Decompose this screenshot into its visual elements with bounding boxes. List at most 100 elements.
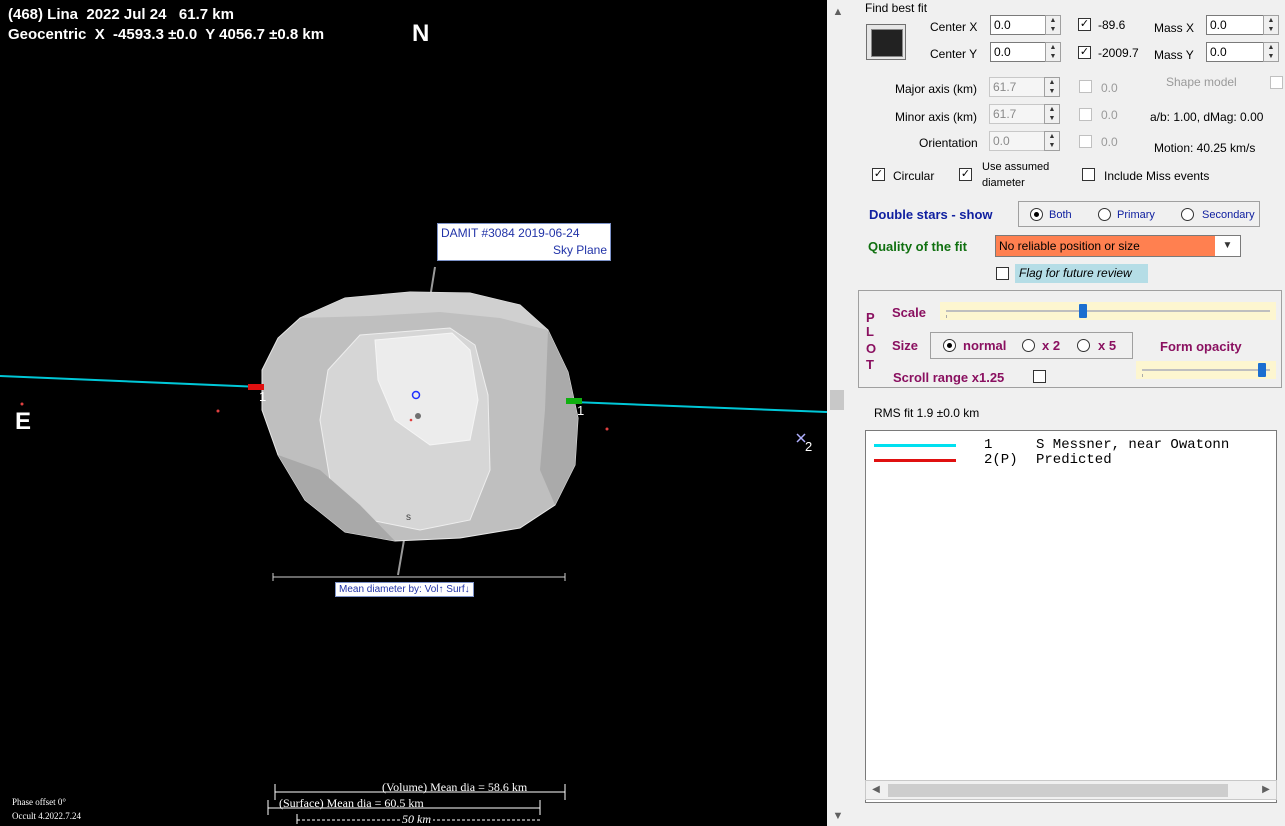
scale-bar-label: 50 km — [400, 812, 433, 826]
chord-1-left-label: 1 — [259, 389, 267, 404]
plot-letter-p: P — [866, 310, 875, 325]
observer-2-label: 2 — [805, 439, 813, 454]
minor-axis-fit-value: 0.0 — [1101, 108, 1118, 122]
panel-vertical-scrollbar[interactable]: ▲ ▼ — [827, 0, 849, 826]
scroll-range-checkbox[interactable] — [1033, 370, 1046, 383]
chord-1-right — [572, 401, 827, 413]
mass-y-spinner[interactable]: ▲ ▼ — [1263, 42, 1279, 62]
center-x-label: Center X — [930, 20, 978, 34]
circular-label: Circular — [893, 169, 935, 183]
chord-1-right-label: 1 — [577, 403, 585, 418]
list-item[interactable]: 2(P) Predicted — [874, 452, 1112, 468]
major-axis-fit-value: 0.0 — [1101, 81, 1118, 95]
scroll-thumb[interactable] — [830, 390, 844, 410]
form-opacity-slider[interactable] — [1136, 361, 1276, 379]
scroll-down-icon[interactable]: ▼ — [827, 806, 849, 826]
size-normal-radio[interactable] — [943, 339, 956, 352]
plot-graphics — [0, 266, 827, 824]
find-best-fit-label: Find best fit — [865, 1, 928, 15]
form-opacity-slider-thumb[interactable] — [1258, 363, 1267, 377]
size-x5-label: x 5 — [1098, 338, 1117, 353]
ds-both-radio[interactable] — [1030, 208, 1043, 221]
size-x2-radio[interactable] — [1022, 339, 1035, 352]
fit-x-value: -89.6 — [1098, 18, 1126, 32]
include-miss-label: Include Miss events — [1104, 169, 1210, 183]
volume-mean-diameter: (Volume) Mean dia = 58.6 km — [382, 780, 528, 794]
major-axis-spinner[interactable]: ▲ ▼ — [1044, 77, 1060, 97]
ds-primary-radio[interactable] — [1098, 208, 1111, 221]
orientation-fit-value: 0.0 — [1101, 135, 1118, 149]
mass-y-input[interactable]: 0.0 — [1206, 42, 1264, 62]
list-item-text: Predicted — [1036, 452, 1112, 468]
mean-diameter-toggle[interactable]: Mean diameter by: Vol↑ Surf↓ — [335, 582, 474, 597]
plot-letter-o: O — [866, 341, 877, 356]
flag-review-checkbox[interactable] — [996, 267, 1009, 280]
list-scroll-thumb[interactable] — [888, 784, 1228, 797]
east-label: E — [15, 408, 32, 435]
fit-y-checkbox[interactable]: ✓ — [1078, 46, 1091, 59]
chevron-down-icon[interactable]: ▼ — [1215, 236, 1240, 256]
plot-title-line-2: Geocentric X -4593.3 ±0.0 Y 4056.7 ±0.8 … — [8, 26, 325, 43]
occult-version: Occult 4.2022.7.24 — [12, 811, 81, 821]
motion-readout: Motion: 40.25 km/s — [1154, 141, 1256, 155]
ds-secondary-radio[interactable] — [1181, 208, 1194, 221]
minor-axis-spinner[interactable]: ▲ ▼ — [1044, 104, 1060, 124]
occultation-plot[interactable]: (468) Lina 2022 Jul 24 61.7 km Geocentri… — [0, 0, 827, 826]
ab-dmag-readout: a/b: 1.00, dMag: 0.00 — [1150, 110, 1264, 124]
fit-orientation-checkbox[interactable] — [1079, 135, 1092, 148]
damit-model-id: DAMIT #3084 2019-06-24 — [441, 226, 580, 240]
mass-center-marker — [415, 413, 421, 419]
orientation-input[interactable]: 0.0 — [989, 131, 1045, 151]
center-y-label: Center Y — [930, 47, 978, 61]
ds-secondary-label: Secondary — [1202, 209, 1255, 221]
scroll-right-icon[interactable]: ▶ — [1257, 781, 1275, 799]
scroll-left-icon[interactable]: ◀ — [867, 781, 885, 799]
center-x-spinner[interactable]: ▲ ▼ — [1045, 15, 1061, 35]
list-horizontal-scrollbar[interactable]: ◀ ▶ — [865, 780, 1277, 800]
fit-minor-axis-checkbox[interactable] — [1079, 108, 1092, 121]
scale-slider-thumb[interactable] — [1078, 304, 1087, 318]
shape-model-checkbox[interactable] — [1270, 76, 1283, 89]
minor-axis-input[interactable]: 61.7 — [989, 104, 1045, 124]
plot-letter-t: T — [866, 357, 874, 372]
plot-title-line-1: (468) Lina 2022 Jul 24 61.7 km — [8, 6, 234, 23]
orientation-spinner[interactable]: ▲ ▼ — [1044, 131, 1060, 151]
ds-both-label: Both — [1049, 209, 1072, 221]
mass-x-spinner[interactable]: ▲ ▼ — [1263, 15, 1279, 35]
fit-major-axis-checkbox[interactable] — [1079, 80, 1092, 93]
size-normal-label: normal — [963, 338, 1007, 353]
scale-slider[interactable] — [940, 302, 1276, 320]
quality-select[interactable]: No reliable position or size — [995, 235, 1241, 257]
observer-2-marker — [796, 433, 806, 443]
use-assumed-label-1: Use assumed — [982, 161, 1050, 173]
list-item[interactable]: 1 S Messner, near Owatonn — [874, 437, 1229, 453]
phase-offset: Phase offset 0° — [12, 797, 66, 807]
list-item-id: 1 — [984, 437, 993, 453]
include-miss-checkbox[interactable] — [1082, 168, 1095, 181]
mass-y-label: Mass Y — [1154, 48, 1194, 62]
center-y-spinner[interactable]: ▲ ▼ — [1045, 42, 1061, 62]
rms-fit-readout: RMS fit 1.9 ±0.0 km — [874, 406, 980, 420]
find-best-fit-button[interactable] — [866, 24, 906, 60]
south-axis-line — [397, 539, 405, 576]
minor-axis-label: Minor axis (km) — [895, 110, 978, 124]
scroll-range-label: Scroll range x1.25 — [893, 370, 1005, 385]
circular-checkbox[interactable]: ✓ — [872, 168, 885, 181]
shape-model-label: Shape model — [1166, 75, 1237, 89]
mass-x-input[interactable]: 0.0 — [1206, 15, 1264, 35]
use-assumed-diameter-checkbox[interactable]: ✓ — [959, 168, 972, 181]
center-x-input[interactable]: 0.0 — [990, 15, 1046, 35]
fit-control-panel: Find best fit Center X 0.0 ▲ ▼ ✓ -89.6 Ma… — [849, 0, 1285, 826]
fit-chart-icon — [871, 29, 903, 57]
scroll-up-icon[interactable]: ▲ — [827, 2, 849, 22]
fit-x-checkbox[interactable]: ✓ — [1078, 18, 1091, 31]
damit-plane: Sky Plane — [552, 243, 607, 257]
surface-mean-diameter: (Surface) Mean dia = 60.5 km — [279, 796, 424, 810]
size-label: Size — [892, 338, 919, 353]
center-y-input[interactable]: 0.0 — [990, 42, 1046, 62]
size-x5-radio[interactable] — [1077, 339, 1090, 352]
major-axis-label: Major axis (km) — [895, 82, 978, 96]
observer-list[interactable]: 1 S Messner, near Owatonn 2(P) Predicted — [865, 430, 1277, 803]
south-marker: s — [406, 512, 411, 523]
major-axis-input[interactable]: 61.7 — [989, 77, 1045, 97]
